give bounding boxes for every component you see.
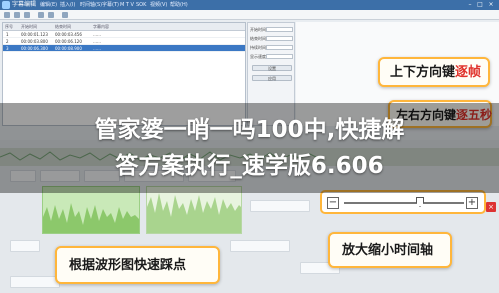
zoom-out-button[interactable]: − bbox=[327, 197, 339, 209]
waveform-selection[interactable] bbox=[146, 186, 242, 234]
minimize-button[interactable]: – bbox=[466, 1, 474, 9]
app-logo-icon bbox=[2, 1, 10, 9]
row-num: 2 bbox=[6, 39, 9, 44]
tip-frame-step-prefix: 上下方向键 bbox=[390, 65, 456, 80]
duration-field[interactable] bbox=[266, 45, 293, 50]
tip-zoom: 放大缩小时间轴 bbox=[342, 243, 434, 258]
row-start: 00:00:06.300 bbox=[21, 46, 48, 51]
window-title: 字幕编辑 bbox=[12, 1, 37, 8]
waveform-segment[interactable] bbox=[42, 186, 140, 234]
header-start[interactable]: 开始时间 bbox=[21, 23, 37, 31]
start-time-field[interactable] bbox=[266, 27, 293, 32]
open-file-icon[interactable] bbox=[14, 12, 20, 18]
header-text[interactable]: 字幕内容 bbox=[93, 23, 109, 31]
menu-subtitle[interactable]: 字幕(T) bbox=[102, 0, 119, 10]
row-num: 3 bbox=[6, 46, 9, 51]
speed-label: 显示速度 bbox=[250, 54, 266, 59]
menu-sok[interactable]: SOK bbox=[136, 0, 146, 10]
table-row[interactable]: 1 00:00:01.123 00:00:03.456 …… bbox=[3, 31, 245, 38]
maximize-button[interactable]: □ bbox=[476, 1, 484, 9]
toolbar bbox=[0, 10, 499, 20]
row-start: 00:00:03.800 bbox=[21, 39, 48, 44]
end-time-label: 结束时间 bbox=[250, 36, 266, 41]
menu-video[interactable]: 视频(V) bbox=[150, 0, 167, 10]
tip-callout-frame-step: 上下方向键逐帧 bbox=[378, 57, 490, 87]
row-end: 00:00:06.120 bbox=[55, 39, 82, 44]
menu-insert[interactable]: 插入(I) bbox=[60, 0, 75, 10]
subtitle-block[interactable] bbox=[230, 240, 290, 252]
row-end: 00:00:03.456 bbox=[55, 32, 82, 37]
row-text: …… bbox=[93, 32, 101, 37]
zoom-slider-track[interactable] bbox=[344, 202, 464, 204]
tip-callout-zoom: 放大缩小时间轴 bbox=[328, 232, 452, 268]
end-time-field[interactable] bbox=[266, 36, 293, 41]
start-time-label: 开始时间 bbox=[250, 27, 266, 32]
save-icon[interactable] bbox=[24, 12, 30, 18]
header-end[interactable]: 结束时间 bbox=[55, 23, 71, 31]
tip-callout-waveform: 根据波形图快速踩点 bbox=[55, 246, 220, 284]
header-num[interactable]: 序号 bbox=[5, 23, 13, 31]
subtitle-editor-window: 字幕编辑 编辑(E) 插入(I) 时间轴(S) 字幕(T) M T V SOK … bbox=[0, 0, 499, 293]
timeline-zoom-control: − + bbox=[320, 190, 486, 214]
subtitle-block[interactable] bbox=[250, 200, 310, 212]
insert-subtitle-icon[interactable] bbox=[62, 12, 68, 18]
redo-icon[interactable] bbox=[48, 12, 54, 18]
row-num: 1 bbox=[6, 32, 9, 37]
close-window-button[interactable]: × bbox=[487, 1, 495, 9]
menu-timeline[interactable]: 时间轴(S) bbox=[80, 0, 102, 10]
tip-waveform: 根据波形图快速踩点 bbox=[69, 258, 187, 273]
row-text: …… bbox=[93, 46, 101, 51]
speed-field[interactable] bbox=[266, 54, 293, 59]
headline-line-2: 答方案执行_速学版6.606 bbox=[115, 153, 384, 179]
duration-label: 持续时间 bbox=[250, 45, 266, 50]
zoom-slider-knob[interactable] bbox=[416, 197, 424, 207]
row-start: 00:00:01.123 bbox=[21, 32, 48, 37]
waveform-graph-selected bbox=[147, 193, 241, 233]
table-row-selected[interactable]: 3 00:00:06.300 00:00:08.900 …… bbox=[3, 45, 245, 52]
menu-help[interactable]: 帮助(H) bbox=[170, 0, 188, 10]
headline-overlay: 管家婆一哨一吗100中,快捷解 答方案执行_速学版6.606 bbox=[0, 103, 499, 193]
subtitle-block[interactable] bbox=[10, 276, 60, 288]
menu-edit[interactable]: 编辑(E) bbox=[40, 0, 57, 10]
waveform-graph bbox=[43, 203, 139, 233]
undo-icon[interactable] bbox=[38, 12, 44, 18]
title-bar: 字幕编辑 编辑(E) 插入(I) 时间轴(S) 字幕(T) M T V SOK … bbox=[0, 0, 499, 10]
set-button[interactable]: 设置 bbox=[252, 65, 292, 71]
new-file-icon[interactable] bbox=[4, 12, 10, 18]
subtitle-block[interactable] bbox=[10, 240, 40, 252]
tip-frame-step-accent: 逐帧 bbox=[455, 65, 482, 80]
apply-button[interactable]: 应用 bbox=[252, 75, 292, 81]
close-icon[interactable]: × bbox=[486, 202, 496, 212]
tip-frame-step: 上下方向键逐帧 bbox=[390, 65, 481, 81]
list-header: 序号 开始时间 结束时间 字幕内容 bbox=[3, 23, 245, 31]
zoom-in-button[interactable]: + bbox=[466, 197, 478, 209]
headline-line-1: 管家婆一哨一吗100中,快捷解 bbox=[94, 117, 405, 143]
table-row[interactable]: 2 00:00:03.800 00:00:06.120 …… bbox=[3, 38, 245, 45]
row-text: …… bbox=[93, 39, 101, 44]
menu-mtv[interactable]: M T V bbox=[120, 0, 134, 10]
row-end: 00:00:08.900 bbox=[55, 46, 82, 51]
